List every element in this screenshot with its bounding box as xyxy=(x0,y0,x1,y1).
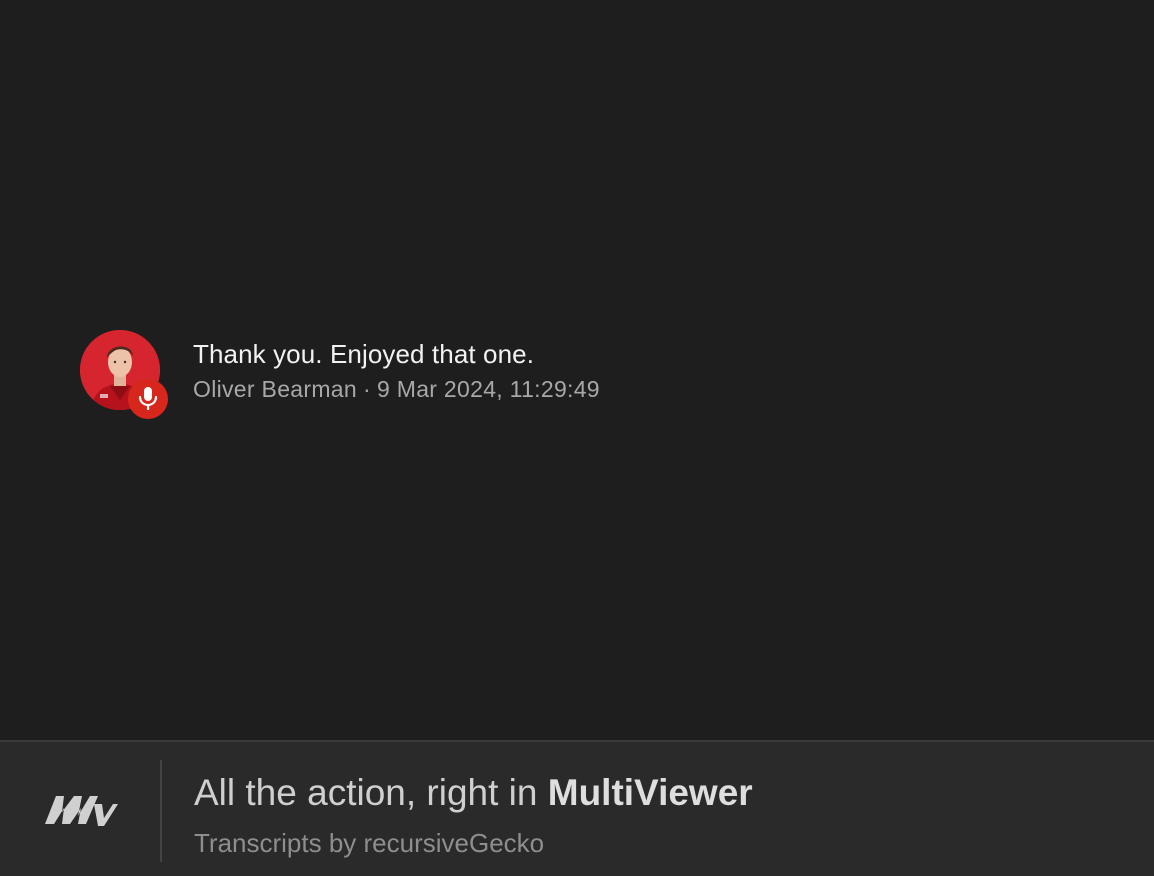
message-author: Oliver Bearman xyxy=(193,376,357,402)
footer-banner: All the action, right in MultiViewer Tra… xyxy=(0,740,1154,876)
message-content: Thank you. Enjoyed that one. Oliver Bear… xyxy=(193,330,600,404)
footer-divider xyxy=(160,760,162,862)
message-meta: Oliver Bearman · 9 Mar 2024, 11:29:49 xyxy=(193,374,600,404)
microphone-badge xyxy=(128,379,168,419)
footer-tagline: All the action, right in MultiViewer xyxy=(194,770,753,816)
tagline-brand: MultiViewer xyxy=(547,772,753,813)
transcript-message: Thank you. Enjoyed that one. Oliver Bear… xyxy=(80,330,600,419)
tagline-text: All the action, right in xyxy=(194,772,548,813)
meta-separator: · xyxy=(362,376,371,402)
multiviewer-logo-icon xyxy=(45,796,118,826)
footer-credit: Transcripts by recursiveGecko xyxy=(194,828,545,858)
message-text: Thank you. Enjoyed that one. xyxy=(193,339,535,369)
transcript-area: Thank you. Enjoyed that one. Oliver Bear… xyxy=(0,0,1154,740)
avatar-container xyxy=(80,330,168,419)
microphone-icon xyxy=(138,387,158,410)
message-timestamp: 9 Mar 2024, 11:29:49 xyxy=(376,376,600,402)
